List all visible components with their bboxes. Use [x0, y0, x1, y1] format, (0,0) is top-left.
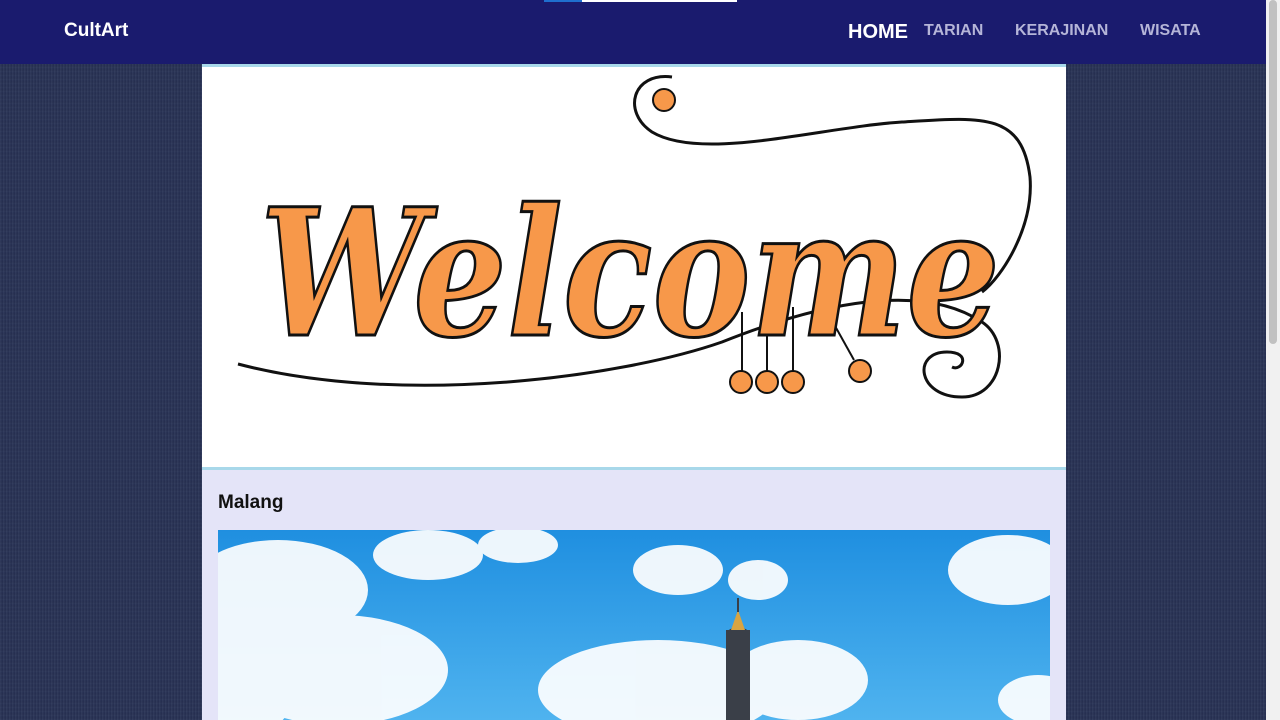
nav-wisata-link[interactable]: WISATA — [1140, 22, 1201, 40]
brand-logo[interactable]: CultArt — [64, 20, 128, 42]
welcome-text: Welcome — [260, 170, 1000, 377]
main-content: Welcome Malang — [202, 64, 1066, 720]
nav-kerajinan-link[interactable]: KERAJINAN — [1015, 22, 1108, 40]
page-load-progress — [544, 0, 582, 2]
malang-city-photo — [218, 530, 1050, 720]
page-scrollbar[interactable] — [1266, 0, 1280, 720]
section-title: Malang — [218, 492, 284, 513]
scrollbar-thumb[interactable] — [1269, 0, 1277, 344]
nav-tarian-link[interactable]: TARIAN — [924, 22, 983, 40]
top-navbar: CultArt HOME TARIAN KERAJINAN WISATA — [0, 0, 1266, 64]
page-load-progress-track — [582, 0, 737, 2]
nav-home-link[interactable]: HOME — [848, 21, 908, 44]
welcome-lettering-image: Welcome — [237, 75, 1032, 399]
welcome-banner: Welcome — [202, 64, 1066, 470]
